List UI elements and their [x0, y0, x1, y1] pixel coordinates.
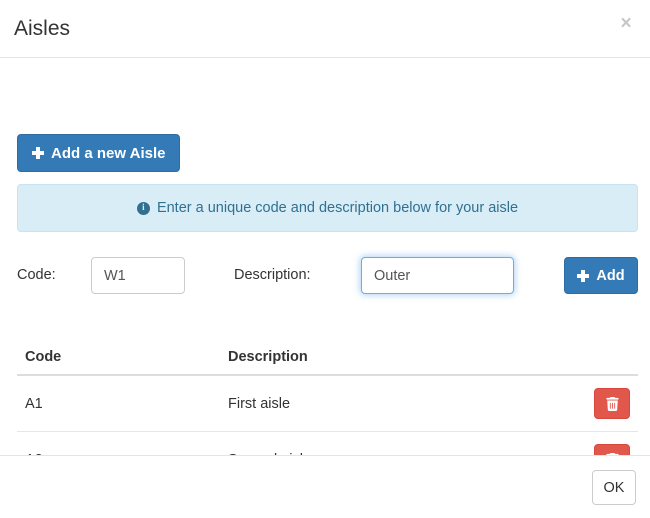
dialog-footer: OK — [0, 455, 650, 518]
dialog-header: Aisles × — [0, 0, 650, 58]
table-head: Code Description — [17, 341, 638, 376]
dialog-body: Add a new Aisle i Enter a unique code an… — [0, 58, 650, 518]
description-input[interactable] — [361, 257, 514, 294]
add-button-label: Add — [596, 267, 625, 284]
description-label: Description: — [234, 267, 311, 283]
table-row: A1 First aisle — [17, 375, 638, 432]
aisle-entry-form: Code: Description: Add — [0, 257, 650, 297]
column-header-actions — [568, 341, 638, 376]
add-button[interactable]: Add — [564, 257, 638, 294]
trash-icon — [605, 396, 619, 411]
info-circle-icon: i — [136, 201, 150, 215]
add-new-aisle-label: Add a new Aisle — [51, 144, 166, 162]
code-label: Code: — [17, 267, 56, 283]
add-new-aisle-button[interactable]: Add a new Aisle — [17, 134, 181, 172]
close-icon[interactable]: × — [614, 12, 638, 36]
column-header-description: Description — [220, 341, 568, 376]
delete-row-button[interactable] — [594, 388, 630, 419]
plus-icon — [577, 269, 590, 282]
cell-description: First aisle — [228, 395, 291, 412]
column-header-code: Code — [17, 341, 220, 376]
table-header-row: Code Description — [17, 341, 638, 376]
ok-button[interactable]: OK — [592, 470, 636, 505]
info-alert: i Enter a unique code and description be… — [17, 184, 638, 232]
page-title: Aisles — [14, 17, 71, 40]
cell-code: A1 — [25, 395, 43, 412]
cell-actions — [568, 375, 638, 432]
plus-icon — [32, 147, 44, 159]
code-input[interactable] — [91, 257, 185, 294]
aisles-dialog: Aisles × Add a new Aisle i Enter a uniqu… — [0, 0, 650, 518]
info-alert-message: Enter a unique code and description belo… — [156, 200, 519, 216]
